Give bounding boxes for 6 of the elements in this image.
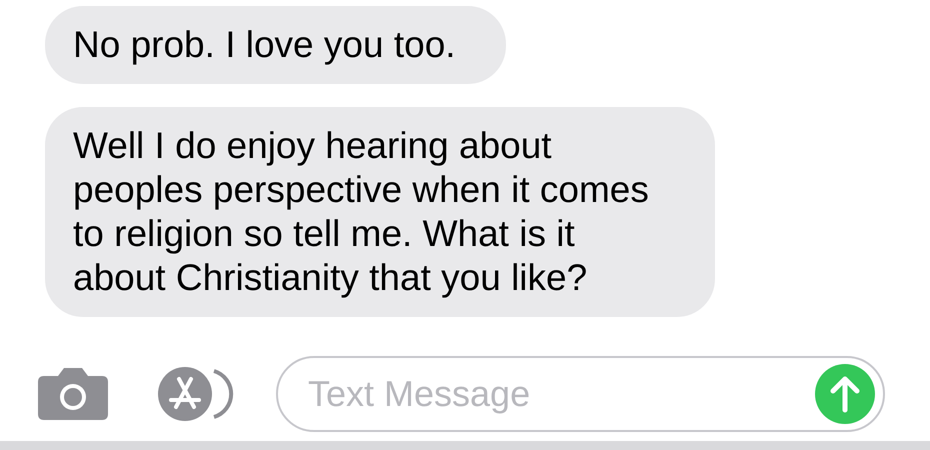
camera-icon[interactable]	[38, 368, 108, 420]
message-field[interactable]: Text Message	[276, 356, 885, 432]
message-input[interactable]: Text Message	[308, 367, 815, 421]
message-bubble: No prob. I love you too.	[45, 6, 506, 84]
message-bubble: Well I do enjoy hearing about peoples perspective when it comes to religion so tell me. What is it about Christianity that you like?	[45, 107, 715, 317]
send-icon[interactable]	[815, 364, 875, 424]
